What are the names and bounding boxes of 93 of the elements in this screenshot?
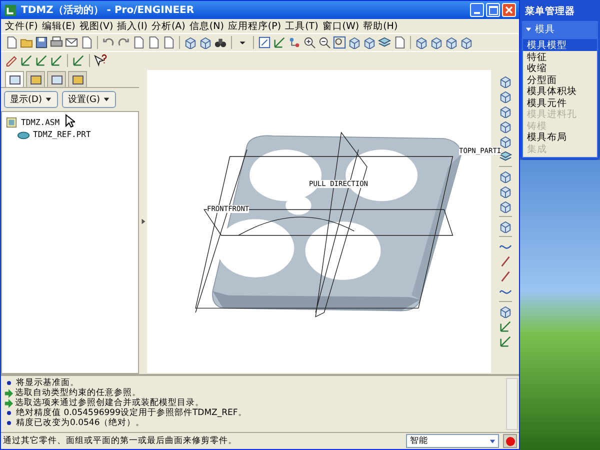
- menu-item[interactable]: 插入(I): [117, 20, 148, 32]
- cube-icon[interactable]: [348, 36, 361, 49]
- menu-item[interactable]: 分析(A): [151, 20, 186, 32]
- cube-icon[interactable]: [184, 36, 197, 49]
- minimize-button[interactable]: [470, 3, 484, 17]
- message-text: 绝对精度值 0.054596999设定用于参照部件TDMZ_REF。: [16, 407, 247, 418]
- close-icon: [505, 6, 513, 14]
- cube-icon[interactable]: [498, 120, 512, 133]
- folder-icon: [30, 74, 42, 86]
- cube-icon[interactable]: [498, 90, 512, 103]
- bullet-icon: [7, 421, 11, 425]
- stop-button[interactable]: [503, 434, 517, 448]
- navigator-tab[interactable]: [68, 71, 87, 87]
- menu-item[interactable]: 收缩: [523, 62, 597, 74]
- message-text: 选取选项来通过参照创建合并或装配模型目录。: [15, 397, 204, 408]
- menu-item[interactable]: 信息(N): [189, 20, 224, 32]
- cube-icon[interactable]: [430, 36, 443, 49]
- caret-icon: [44, 96, 52, 103]
- cube-icon[interactable]: [445, 36, 458, 49]
- dropdown-button[interactable]: 显示(D): [4, 91, 58, 108]
- menu-item[interactable]: 模具元件: [523, 96, 597, 108]
- navigator-tab[interactable]: [47, 71, 66, 87]
- tree-icon[interactable]: [288, 36, 301, 49]
- cube-icon[interactable]: [199, 36, 212, 49]
- caret-icon: [489, 438, 496, 444]
- mouse-pointer-icon: [65, 114, 75, 128]
- help-icon[interactable]: [94, 54, 107, 67]
- menu-item[interactable]: 文件(F): [5, 20, 38, 32]
- sketch-icon[interactable]: [5, 54, 18, 67]
- message-text: 将显示基准面。: [16, 377, 79, 388]
- filter-dropdown[interactable]: 智能: [406, 434, 499, 448]
- cube-icon[interactable]: [415, 36, 428, 49]
- envelope-icon[interactable]: [65, 36, 78, 49]
- cube-icon[interactable]: [498, 220, 512, 233]
- menu-item[interactable]: 窗口(W): [322, 20, 360, 32]
- cube-icon[interactable]: [498, 170, 512, 183]
- panel-title: 菜单管理器: [524, 5, 576, 19]
- tree-item[interactable]: TDMZ_REF.PRT: [33, 130, 91, 138]
- navigator-tab[interactable]: [5, 71, 24, 87]
- page-icon[interactable]: [147, 36, 160, 49]
- cube-icon[interactable]: [498, 305, 512, 318]
- app-logo-icon: [4, 4, 17, 16]
- cube-icon[interactable]: [498, 75, 512, 88]
- window-icon: [50, 74, 62, 86]
- tree-item[interactable]: TDMZ.ASM: [21, 118, 60, 126]
- caret-icon: [102, 96, 110, 103]
- binoculars-icon[interactable]: [214, 36, 227, 49]
- menu-item[interactable]: 特征: [523, 50, 597, 62]
- maximize-button[interactable]: [486, 3, 500, 17]
- cube-icon[interactable]: [363, 36, 376, 49]
- line-icon[interactable]: [498, 270, 512, 283]
- window-icon: [8, 74, 20, 86]
- menu-item[interactable]: 模具模型: [523, 39, 597, 50]
- menu-item[interactable]: 应用程序(P): [228, 20, 282, 32]
- menu-item[interactable]: 模具布局: [523, 131, 597, 142]
- cube-icon[interactable]: [498, 185, 512, 198]
- cube-icon[interactable]: [498, 135, 512, 148]
- layers-icon[interactable]: [378, 36, 391, 49]
- printer-icon[interactable]: [50, 36, 63, 49]
- close-button[interactable]: [502, 3, 516, 17]
- message-text: 精度已改变为0.0546（绝对）。: [16, 417, 145, 429]
- page-icon[interactable]: [80, 36, 93, 49]
- page-icon[interactable]: [132, 36, 145, 49]
- page-icon[interactable]: [162, 36, 175, 49]
- page-icon[interactable]: [393, 36, 406, 49]
- scrollbar[interactable]: [506, 378, 518, 430]
- menu-item[interactable]: 工具(T): [285, 20, 318, 32]
- menu-item[interactable]: 编辑(E): [42, 20, 76, 32]
- bullet-icon: [7, 411, 11, 415]
- view-icon[interactable]: [258, 36, 271, 49]
- page-icon[interactable]: [5, 36, 18, 49]
- menu-item[interactable]: 分型面: [523, 74, 597, 85]
- zoom-out-icon[interactable]: [318, 36, 331, 49]
- layers-icon[interactable]: [498, 150, 512, 163]
- window-title: TDMZ（活动的） - Pro/ENGINEER: [21, 4, 196, 17]
- bullet-icon: [7, 381, 11, 385]
- zoom-window-icon[interactable]: [333, 36, 346, 49]
- expand-arrow-icon[interactable]: [140, 218, 146, 225]
- cube-icon[interactable]: [460, 36, 473, 49]
- menu-item[interactable]: 模具体积块: [523, 85, 597, 96]
- folder-icon: [72, 74, 84, 86]
- zoom-in-icon[interactable]: [303, 36, 316, 49]
- cube-icon[interactable]: [498, 105, 512, 118]
- menu-item[interactable]: 帮助(H): [363, 20, 398, 32]
- line-icon[interactable]: [498, 255, 512, 268]
- assembly-icon: [5, 116, 18, 128]
- status-text: 通过其它零件、面组或平面的第一或最后曲面来修剪零件。: [3, 435, 238, 447]
- cube-icon[interactable]: [498, 200, 512, 213]
- menu-item[interactable]: 视图(V): [79, 20, 114, 32]
- message-text: 选取自动类型约束的任意参照。: [15, 387, 141, 398]
- dropdown-button[interactable]: 设置(G): [62, 91, 116, 108]
- section-header[interactable]: 模具: [522, 21, 598, 38]
- navigator-tab[interactable]: [26, 71, 45, 87]
